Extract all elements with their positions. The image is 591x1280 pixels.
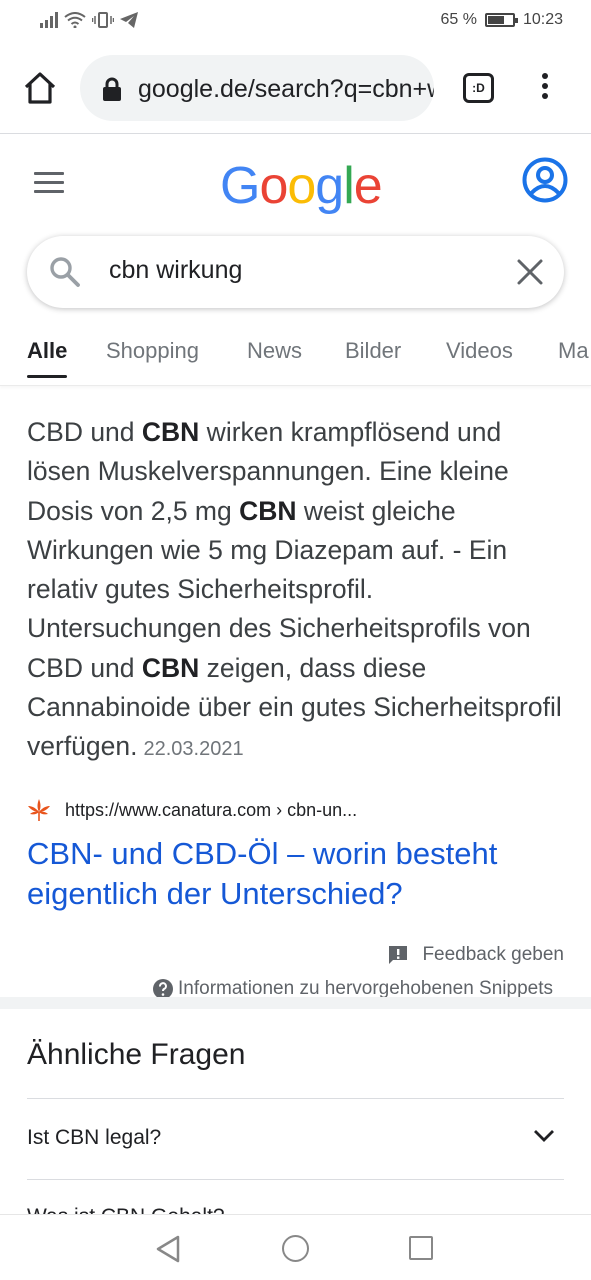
- signal-icon: [40, 12, 58, 28]
- chevron-down-icon[interactable]: [532, 1128, 556, 1144]
- tab-maps[interactable]: Ma: [558, 338, 589, 364]
- search-icon[interactable]: [49, 256, 81, 288]
- snippet-highlight: CBN: [141, 652, 200, 683]
- section-divider: [0, 997, 591, 1009]
- tab-bilder[interactable]: Bilder: [345, 338, 401, 364]
- source-url: https://www.canatura.com › cbn-un...: [65, 799, 358, 820]
- battery-icon: [484, 13, 518, 27]
- logo-letter: g: [315, 157, 344, 215]
- related-questions-title: Ähnliche Fragen: [27, 1038, 246, 1071]
- snippet-highlight: CBN: [239, 495, 297, 526]
- leaf-icon: [28, 799, 50, 821]
- address-bar[interactable]: google.de/search?q=cbn+wirkung: [80, 55, 434, 121]
- divider: [27, 1179, 564, 1180]
- divider: [27, 1098, 564, 1099]
- tab-videos[interactable]: Videos: [446, 338, 513, 364]
- lock-icon: [103, 77, 121, 101]
- clock: 10:23: [522, 11, 563, 28]
- tab-shopping[interactable]: Shopping: [106, 338, 199, 364]
- battery-fill: [487, 16, 504, 24]
- account-icon[interactable]: [522, 157, 568, 203]
- logo-letter: l: [343, 157, 355, 215]
- battery-percent: 65 %: [440, 11, 477, 28]
- status-bar: 65 % 10:23: [0, 0, 591, 42]
- status-right: 65 % 10:23: [440, 11, 563, 29]
- back-icon[interactable]: [155, 1235, 181, 1263]
- feedback-button[interactable]: Feedback geben: [388, 944, 564, 966]
- tab-news[interactable]: News: [247, 338, 302, 364]
- google-logo[interactable]: Google: [220, 156, 383, 216]
- tab-switcher-button[interactable]: :D: [463, 73, 494, 103]
- system-nav-bar: [0, 1214, 591, 1280]
- snippet-source[interactable]: https://www.canatura.com › cbn-un...: [27, 798, 357, 822]
- snippet-date: 22.03.2021: [143, 738, 244, 761]
- feedback-label: Feedback geben: [422, 944, 564, 965]
- logo-letter: G: [220, 157, 260, 215]
- snippet-highlight: CBN: [141, 417, 200, 447]
- home-circle-icon[interactable]: [282, 1235, 309, 1262]
- close-icon[interactable]: [516, 258, 544, 286]
- logo-letter: o: [259, 157, 288, 215]
- vibrate-icon: [92, 12, 114, 28]
- browser-menu-icon[interactable]: [535, 70, 555, 106]
- status-icons: [40, 12, 138, 28]
- browser-toolbar: google.de/search?q=cbn+wirkung :D: [0, 42, 591, 134]
- search-box[interactable]: [27, 236, 564, 308]
- main-menu-icon[interactable]: [34, 172, 64, 194]
- result-title-link[interactable]: CBN- und CBD-Öl – worin besteht eigentli…: [27, 834, 567, 914]
- feedback-icon: [389, 946, 408, 964]
- related-question[interactable]: Ist CBN legal?: [27, 1126, 161, 1150]
- snippet-segment: CBD und: [27, 417, 142, 447]
- home-icon[interactable]: [22, 70, 58, 106]
- telegram-icon: [120, 12, 138, 28]
- logo-letter: o: [287, 157, 316, 215]
- wifi-icon: [64, 12, 86, 28]
- search-input[interactable]: [109, 256, 489, 285]
- recent-apps-icon[interactable]: [409, 1236, 433, 1260]
- logo-letter: e: [353, 157, 383, 215]
- search-tabs: Alle Shopping News Bilder Videos Ma: [0, 330, 591, 386]
- featured-snippet-text: CBD und CBN wirken krampflösend und löse…: [27, 413, 567, 770]
- url-text: google.de/search?q=cbn+wirkung: [138, 75, 434, 103]
- tab-alle[interactable]: Alle: [27, 338, 68, 378]
